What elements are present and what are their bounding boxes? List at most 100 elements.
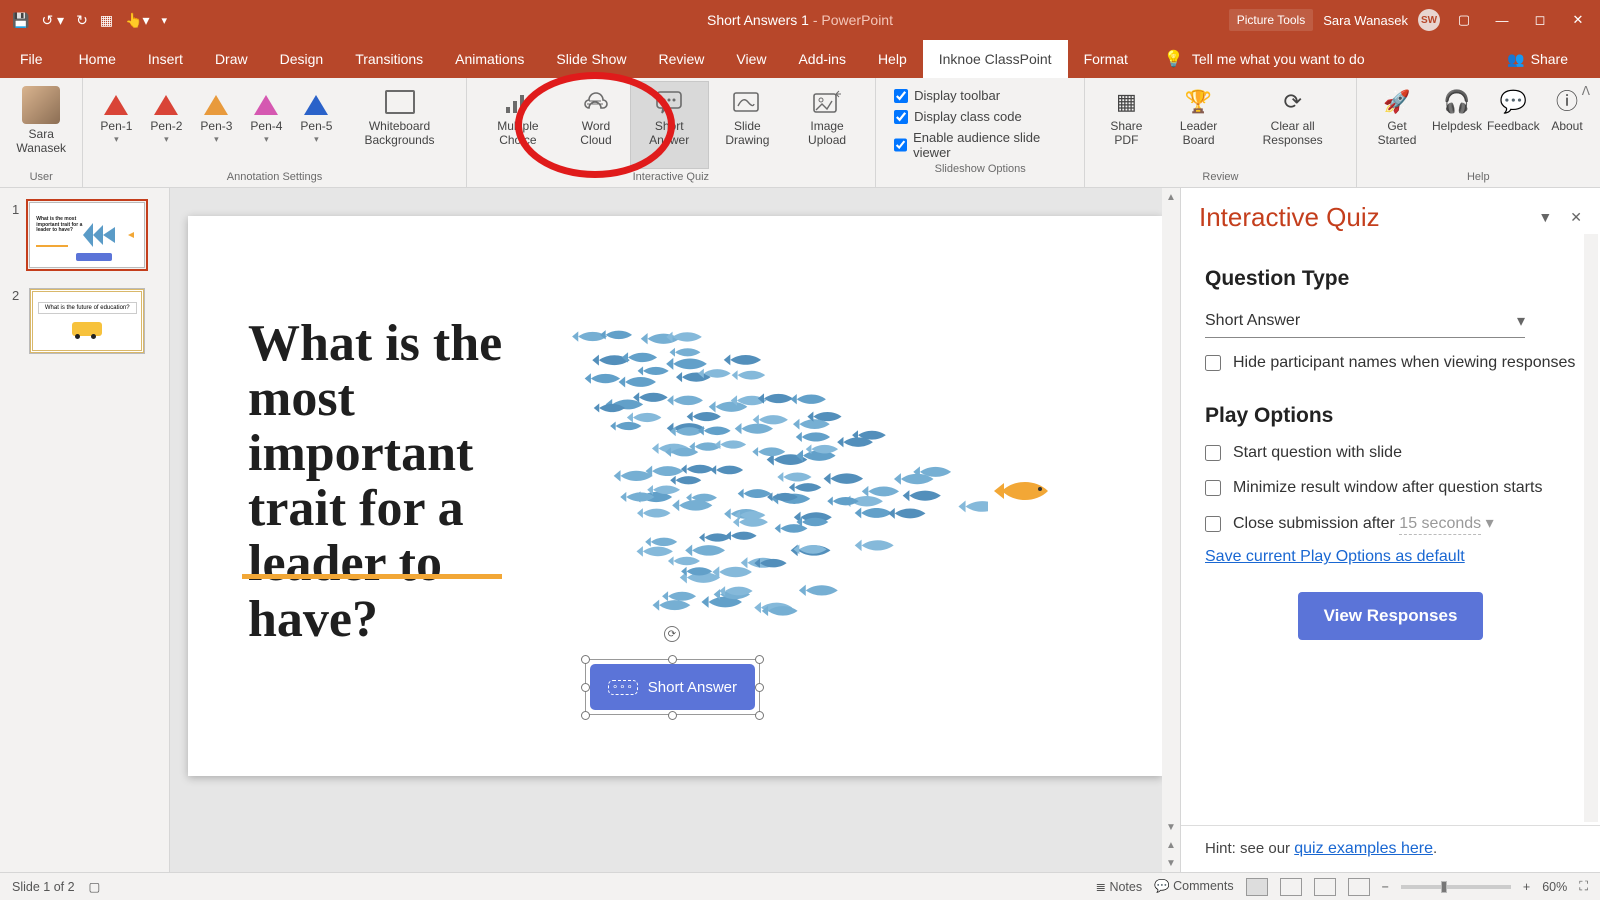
slide-sorter-view-icon[interactable] — [1280, 878, 1302, 896]
zoom-in-icon[interactable]: + — [1523, 880, 1530, 894]
minimize-icon[interactable]: — — [1488, 6, 1516, 34]
pen-2-button[interactable]: Pen-2▾ — [141, 82, 191, 168]
resize-handle[interactable] — [755, 655, 764, 664]
redo-icon[interactable]: ↻ — [76, 12, 88, 29]
maximize-icon[interactable]: ◻ — [1526, 6, 1554, 34]
resize-handle[interactable] — [755, 683, 764, 692]
resize-handle[interactable] — [668, 655, 677, 664]
tab-format[interactable]: Format — [1068, 40, 1144, 78]
checkbox-icon[interactable] — [894, 138, 907, 152]
checkbox-icon[interactable] — [894, 110, 908, 124]
zoom-out-icon[interactable]: − — [1382, 880, 1389, 894]
whiteboard-backgrounds-button[interactable]: Whiteboard Backgrounds — [341, 82, 457, 168]
resize-handle[interactable] — [581, 711, 590, 720]
view-responses-button[interactable]: View Responses — [1298, 592, 1484, 640]
dropdown-caret-icon[interactable]: ▾ — [214, 134, 219, 144]
quiz-examples-link[interactable]: quiz examples here — [1294, 840, 1433, 857]
close-submission-checkbox[interactable] — [1205, 516, 1221, 532]
vertical-scrollbar[interactable]: ▲ ▼ ▲ ▼ — [1162, 188, 1180, 872]
notes-button[interactable]: ≣ Notes — [1095, 879, 1142, 894]
panel-scrollbar[interactable] — [1584, 234, 1598, 822]
word-cloud-button[interactable]: Word Cloud — [561, 82, 630, 168]
qat-customize-icon[interactable]: ▾ — [162, 14, 168, 27]
slide-thumb-2[interactable]: What is the future of education? — [29, 288, 145, 354]
tab-animations[interactable]: Animations — [439, 40, 540, 78]
tell-me-search[interactable]: 💡 Tell me what you want to do — [1164, 40, 1365, 78]
get-started-button[interactable]: 🚀Get Started — [1365, 82, 1430, 168]
tab-slide-show[interactable]: Slide Show — [540, 40, 642, 78]
panel-close-icon[interactable]: ✕ — [1570, 209, 1582, 226]
tab-design[interactable]: Design — [264, 40, 340, 78]
resize-handle[interactable] — [668, 711, 677, 720]
slideshow-view-icon[interactable] — [1348, 878, 1370, 896]
fit-to-window-icon[interactable]: ⛶ — [1579, 879, 1588, 894]
rotate-handle[interactable]: ⟳ — [664, 626, 680, 642]
question-type-select[interactable]: Short Answer ▾ — [1205, 305, 1525, 338]
tab-transitions[interactable]: Transitions — [339, 40, 439, 78]
tab-view[interactable]: View — [720, 40, 782, 78]
tab-addins[interactable]: Add-ins — [782, 40, 861, 78]
share-pdf-button[interactable]: ▦Share PDF — [1093, 82, 1159, 168]
pen-5-button[interactable]: Pen-5▾ — [291, 82, 341, 168]
resize-handle[interactable] — [581, 655, 590, 664]
start-with-slide-checkbox[interactable] — [1205, 445, 1221, 461]
touch-mode-icon[interactable]: 👆▾ — [125, 12, 149, 29]
hide-names-checkbox[interactable] — [1205, 355, 1221, 371]
short-answer-slide-button[interactable]: ∘∘∘ Short Answer — [590, 664, 755, 710]
tab-review[interactable]: Review — [642, 40, 720, 78]
tab-help[interactable]: Help — [862, 40, 923, 78]
normal-view-icon[interactable] — [1246, 878, 1268, 896]
save-icon[interactable]: 💾 — [12, 12, 29, 29]
present-icon[interactable]: ▦ — [100, 12, 113, 29]
dropdown-caret-icon[interactable]: ▾ — [114, 134, 119, 144]
save-default-link[interactable]: Save current Play Options as default — [1205, 548, 1465, 565]
next-slide-icon[interactable]: ▼ — [1162, 854, 1180, 872]
dropdown-caret-icon[interactable]: ▾ — [314, 134, 319, 144]
slide-canvas[interactable]: What is the most important trait for a l… — [188, 216, 1162, 776]
slide-thumb-1[interactable]: What is the most important trait for a l… — [29, 202, 145, 268]
resize-handle[interactable] — [755, 711, 764, 720]
zoom-level[interactable]: 60% — [1542, 880, 1567, 894]
helpdesk-button[interactable]: 🎧Helpdesk — [1429, 82, 1484, 168]
pen-4-button[interactable]: Pen-4▾ — [241, 82, 291, 168]
close-icon[interactable]: ✕ — [1564, 6, 1592, 34]
tab-insert[interactable]: Insert — [132, 40, 199, 78]
tab-draw[interactable]: Draw — [199, 40, 264, 78]
panel-dropdown-icon[interactable]: ▼ — [1538, 209, 1552, 226]
slide-drawing-button[interactable]: Slide Drawing — [708, 82, 787, 168]
scroll-up-icon[interactable]: ▲ — [1162, 188, 1180, 206]
tab-home[interactable]: Home — [63, 40, 132, 78]
image-upload-button[interactable]: Image Upload — [787, 82, 867, 168]
spellcheck-icon[interactable]: ▢ — [89, 879, 101, 894]
multiple-choice-button[interactable]: Multiple Choice — [475, 82, 562, 168]
scroll-down-icon[interactable]: ▼ — [1162, 818, 1180, 836]
share-button[interactable]: 👥 Share — [1491, 40, 1584, 78]
display-class-code-checkbox[interactable]: Display class code — [894, 109, 1066, 124]
chevron-down-icon[interactable]: ▾ — [1486, 515, 1494, 532]
checkbox-icon[interactable] — [894, 89, 908, 103]
undo-icon[interactable]: ↺ ▾ — [41, 12, 64, 29]
reading-view-icon[interactable] — [1314, 878, 1336, 896]
dropdown-caret-icon[interactable]: ▾ — [264, 134, 269, 144]
zoom-thumb[interactable] — [1441, 881, 1447, 893]
prev-slide-icon[interactable]: ▲ — [1162, 836, 1180, 854]
account-avatar[interactable]: SW — [1418, 9, 1440, 31]
ribbon-display-icon[interactable]: ▢ — [1450, 6, 1478, 34]
tab-inknoe-classpoint[interactable]: Inknoe ClassPoint — [923, 40, 1068, 78]
enable-audience-viewer-checkbox[interactable]: Enable audience slide viewer — [894, 130, 1066, 160]
feedback-button[interactable]: 💬Feedback — [1485, 82, 1542, 168]
collapse-ribbon-icon[interactable]: ᐱ — [1582, 84, 1590, 98]
dropdown-caret-icon[interactable]: ▾ — [164, 134, 169, 144]
tab-file[interactable]: File — [0, 40, 63, 78]
pen-1-button[interactable]: Pen-1▾ — [91, 82, 141, 168]
clear-all-responses-button[interactable]: ⟳Clear all Responses — [1238, 82, 1348, 168]
comments-button[interactable]: 💬 Comments — [1154, 879, 1233, 894]
close-seconds-value[interactable]: 15 seconds — [1399, 515, 1481, 535]
pen-3-button[interactable]: Pen-3▾ — [191, 82, 241, 168]
leader-board-button[interactable]: 🏆Leader Board — [1159, 82, 1237, 168]
zoom-slider[interactable] — [1401, 885, 1511, 889]
resize-handle[interactable] — [581, 683, 590, 692]
display-toolbar-checkbox[interactable]: Display toolbar — [894, 88, 1066, 103]
slide-counter[interactable]: Slide 1 of 2 — [12, 880, 75, 894]
scroll-track[interactable] — [1162, 206, 1180, 818]
